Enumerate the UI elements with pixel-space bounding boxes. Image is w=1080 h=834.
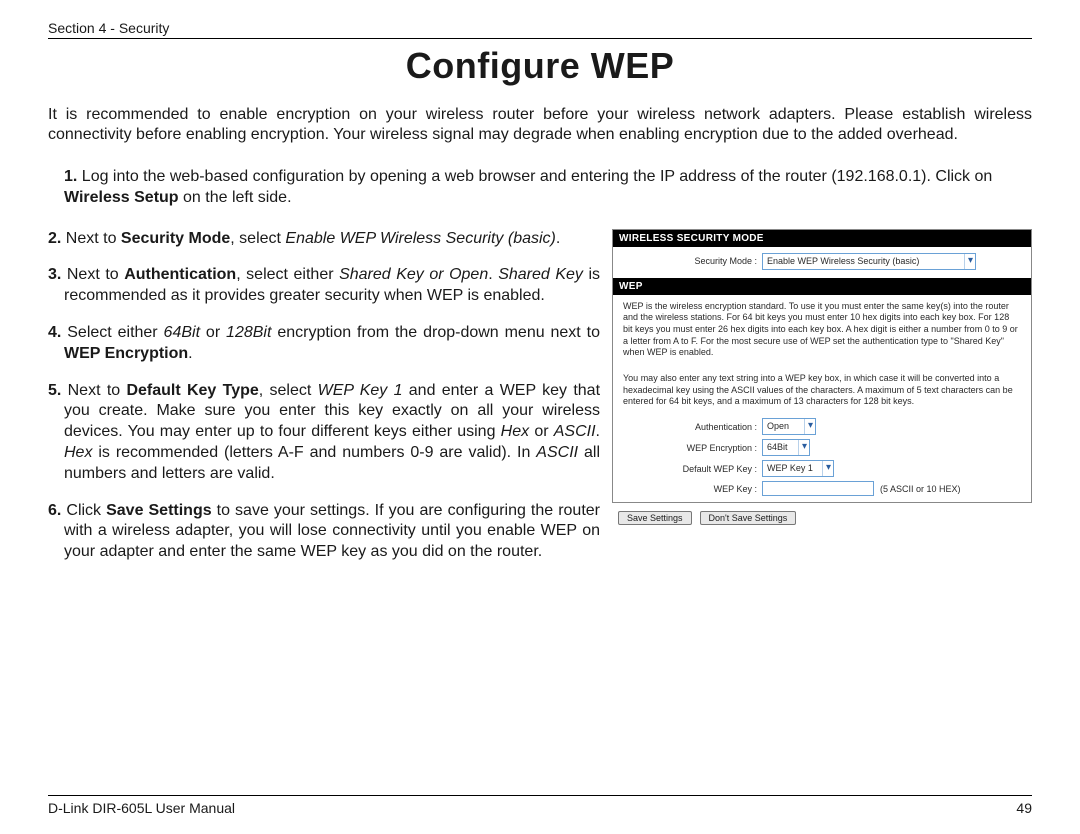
authentication-row: Authentication : Open (613, 416, 1031, 437)
wep-help-2: You may also enter any text string into … (613, 367, 1031, 416)
security-mode-label: Security Mode : (619, 256, 762, 266)
page-title: Configure WEP (48, 45, 1032, 87)
step-num: 1. (64, 168, 77, 185)
wep-key-label: WEP Key : (619, 484, 762, 494)
wep-key-hint: (5 ASCII or 10 HEX) (874, 484, 961, 494)
step-1: 1. Log into the web-based configuration … (48, 167, 1032, 209)
wep-key-input[interactable] (762, 481, 874, 496)
step-4: 4. Select either 64Bit or 128Bit encrypt… (48, 323, 600, 365)
encryption-row: WEP Encryption : 64Bit (613, 437, 1031, 458)
dont-save-button[interactable]: Don't Save Settings (700, 511, 797, 525)
panel-header-security-mode: WIRELESS SECURITY MODE (613, 230, 1031, 247)
step-3: 3. Next to Authentication, select either… (48, 265, 600, 307)
wep-key-row: WEP Key : (5 ASCII or 10 HEX) (613, 479, 1031, 502)
encryption-select[interactable]: 64Bit (762, 439, 810, 456)
security-mode-row: Security Mode : Enable WEP Wireless Secu… (613, 247, 1031, 278)
section-breadcrumb: Section 4 - Security (48, 20, 1032, 36)
router-button-row: Save Settings Don't Save Settings (612, 503, 1032, 527)
authentication-select[interactable]: Open (762, 418, 816, 435)
router-screenshot: WIRELESS SECURITY MODE Security Mode : E… (612, 229, 1032, 579)
intro-paragraph: It is recommended to enable encryption o… (48, 105, 1032, 145)
router-panel: WIRELESS SECURITY MODE Security Mode : E… (612, 229, 1032, 504)
encryption-label: WEP Encryption : (619, 443, 762, 453)
step-6: 6. Click Save Settings to save your sett… (48, 501, 600, 563)
security-mode-select[interactable]: Enable WEP Wireless Security (basic) (762, 253, 976, 270)
wep-help-1: WEP is the wireless encryption standard.… (613, 295, 1031, 367)
panel-header-wep: WEP (613, 278, 1031, 295)
page-footer: D-Link DIR-605L User Manual 49 (48, 795, 1032, 816)
step-5: 5. Next to Default Key Type, select WEP … (48, 381, 600, 485)
footer-rule (48, 795, 1032, 796)
default-key-label: Default WEP Key : (619, 464, 762, 474)
authentication-label: Authentication : (619, 422, 762, 432)
step-2: 2. Next to Security Mode, select Enable … (48, 229, 600, 250)
steps-column: 2. Next to Security Mode, select Enable … (48, 229, 600, 579)
header-rule (48, 38, 1032, 39)
default-key-row: Default WEP Key : WEP Key 1 (613, 458, 1031, 479)
save-button[interactable]: Save Settings (618, 511, 692, 525)
footer-manual-title: D-Link DIR-605L User Manual (48, 800, 235, 816)
default-key-select[interactable]: WEP Key 1 (762, 460, 834, 477)
footer-page-number: 49 (1016, 800, 1032, 816)
